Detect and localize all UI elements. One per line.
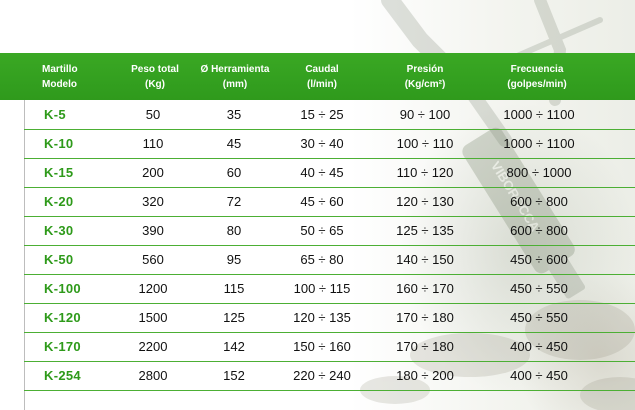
pressure-cell: 125 ÷ 135 (396, 223, 454, 238)
header-frequency: Frecuencia (golpes/min) (507, 63, 567, 90)
freq-cell: 400 ÷ 450 (510, 368, 568, 383)
pressure-cell: 140 ÷ 150 (396, 252, 454, 267)
flow-cell: 30 ÷ 40 (300, 136, 344, 151)
weight-cell: 560 (142, 252, 164, 267)
pressure-cell: 170 ÷ 180 (396, 310, 454, 325)
model-cell: K-30 (44, 223, 74, 238)
flow-cell: 45 ÷ 60 (300, 194, 344, 209)
tool-cell: 80 (226, 223, 242, 238)
freq-cell: 450 ÷ 600 (510, 252, 568, 267)
pressure-cell: 170 ÷ 180 (396, 339, 454, 354)
table-row: K-5 50 35 15 ÷ 25 90 ÷ 100 1000 ÷ 1100 (24, 100, 635, 130)
table-row: K-254 2800 152 220 ÷ 240 180 ÷ 200 400 ÷ 450 (24, 361, 635, 391)
model-cell: K-254 (44, 368, 81, 383)
header-model: Martillo Modelo (42, 63, 78, 90)
table-row: K-20 320 72 45 ÷ 60 120 ÷ 130 600 ÷ 800 (24, 187, 635, 217)
pressure-cell: 90 ÷ 100 (399, 107, 451, 122)
tool-cell: 95 (226, 252, 242, 267)
table-row: K-170 2200 142 150 ÷ 160 170 ÷ 180 400 ÷ 450 (24, 332, 635, 362)
weight-cell: 390 (142, 223, 164, 238)
header-tool: Ø Herramienta (mm) (200, 63, 270, 90)
table-row: K-50 560 95 65 ÷ 80 140 ÷ 150 450 ÷ 600 (24, 245, 635, 275)
tool-cell: 45 (226, 136, 242, 151)
freq-cell: 800 ÷ 1000 (506, 165, 572, 180)
flow-cell: 100 ÷ 115 (293, 281, 351, 296)
pressure-cell: 120 ÷ 130 (396, 194, 454, 209)
table-header: Martillo Modelo Peso total (Kg) Ø Herramie… (0, 53, 635, 100)
freq-cell: 1000 ÷ 1100 (503, 107, 575, 122)
flow-cell: 50 ÷ 65 (300, 223, 344, 238)
flow-cell: 40 ÷ 45 (300, 165, 344, 180)
tool-cell: 125 (223, 310, 245, 325)
freq-cell: 400 ÷ 450 (510, 339, 568, 354)
pressure-cell: 160 ÷ 170 (396, 281, 454, 296)
pressure-cell: 110 ÷ 120 (396, 165, 454, 180)
model-cell: K-50 (44, 252, 74, 267)
tool-cell: 152 (223, 368, 245, 383)
freq-cell: 450 ÷ 550 (510, 281, 568, 296)
table-row: K-120 1500 125 120 ÷ 135 170 ÷ 180 450 ÷ 550 (24, 303, 635, 333)
flow-cell: 65 ÷ 80 (300, 252, 344, 267)
freq-cell: 600 ÷ 800 (510, 223, 568, 238)
pressure-cell: 100 ÷ 110 (396, 136, 454, 151)
weight-cell: 1200 (138, 281, 168, 296)
model-cell: K-5 (44, 107, 66, 122)
weight-cell: 1500 (138, 310, 168, 325)
freq-cell: 1000 ÷ 1100 (503, 136, 575, 151)
flow-cell: 150 ÷ 160 (293, 339, 351, 354)
pressure-cell: 180 ÷ 200 (396, 368, 454, 383)
model-cell: K-100 (44, 281, 81, 296)
tool-cell: 142 (223, 339, 245, 354)
table-row: K-15 200 60 40 ÷ 45 110 ÷ 120 800 ÷ 1000 (24, 158, 635, 188)
flow-cell: 15 ÷ 25 (300, 107, 344, 122)
model-cell: K-120 (44, 310, 81, 325)
table-row: K-10 110 45 30 ÷ 40 100 ÷ 110 1000 ÷ 1100 (24, 129, 635, 159)
model-cell: K-15 (44, 165, 74, 180)
flow-cell: 220 ÷ 240 (293, 368, 351, 383)
model-cell: K-170 (44, 339, 81, 354)
weight-cell: 2800 (138, 368, 168, 383)
tool-cell: 35 (226, 107, 242, 122)
header-flow: Caudal (l/min) (305, 63, 339, 90)
model-cell: K-10 (44, 136, 74, 151)
weight-cell: 50 (145, 107, 161, 122)
flow-cell: 120 ÷ 135 (293, 310, 351, 325)
freq-cell: 600 ÷ 800 (510, 194, 568, 209)
tool-cell: 72 (226, 194, 242, 209)
weight-cell: 2200 (138, 339, 168, 354)
weight-cell: 200 (142, 165, 164, 180)
freq-cell: 450 ÷ 550 (510, 310, 568, 325)
tool-cell: 60 (226, 165, 242, 180)
model-cell: K-20 (44, 194, 74, 209)
table-row: K-100 1200 115 100 ÷ 115 160 ÷ 170 450 ÷ 550 (24, 274, 635, 304)
weight-cell: 320 (142, 194, 164, 209)
header-pressure: Presión (Kg/cm²) (404, 63, 446, 90)
tool-cell: 115 (223, 281, 245, 296)
table-row: K-30 390 80 50 ÷ 65 125 ÷ 135 600 ÷ 800 (24, 216, 635, 246)
header-weight: Peso total (Kg) (131, 63, 179, 90)
weight-cell: 110 (142, 136, 164, 151)
